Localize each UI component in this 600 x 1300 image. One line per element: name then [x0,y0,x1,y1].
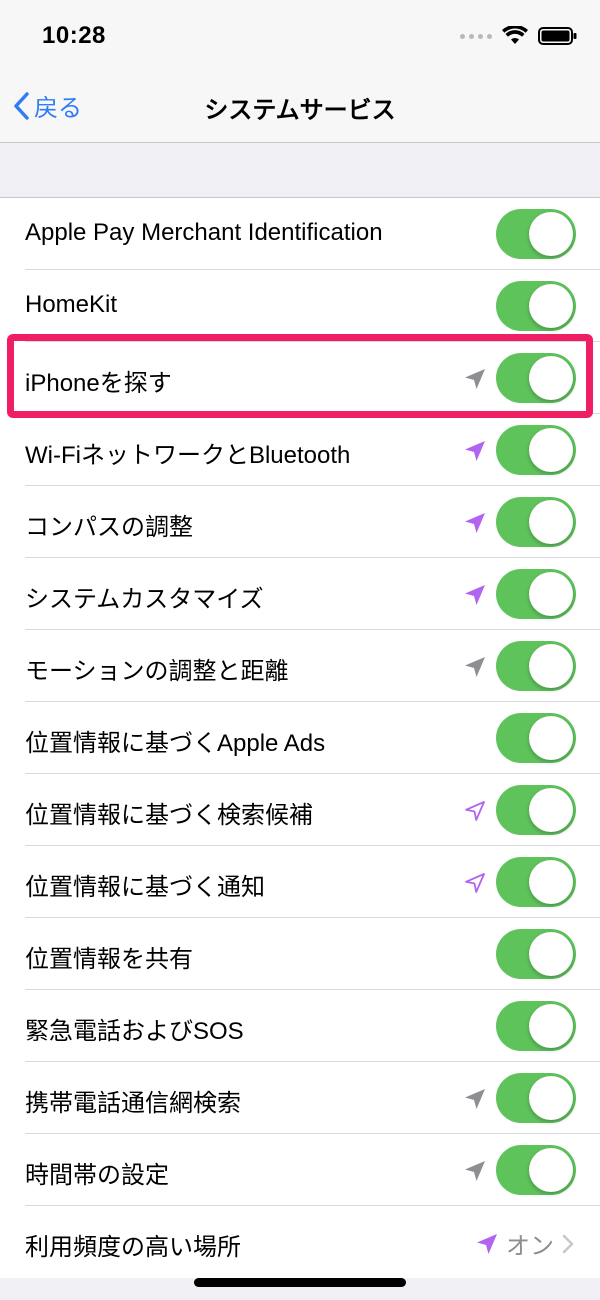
toggle-switch[interactable] [496,641,576,691]
row-location-apple-ads: 位置情報に基づくApple Ads [0,702,600,774]
row-label: 携帯電話通信網検索 [25,1090,241,1117]
status-time: 10:28 [42,22,106,49]
system-services-list: Apple Pay Merchant Identification HomeKi… [0,197,600,1278]
toggle-switch[interactable] [496,713,576,763]
toggle-switch[interactable] [496,1001,576,1051]
row-detail[interactable]: オン [476,1226,574,1261]
row-setting-time-zone: 時間帯の設定 [0,1134,600,1206]
row-label: HomeKit [25,291,118,318]
location-arrow-icon [465,441,485,461]
toggle-switch[interactable] [496,785,576,835]
row-share-location: 位置情報を共有 [0,918,600,990]
row-label: システムカスタマイズ [25,586,264,613]
row-motion-calibration: モーションの調整と距離 [0,630,600,702]
toggle-switch[interactable] [496,281,576,331]
toggle-switch[interactable] [496,1145,576,1195]
row-label: モーションの調整と距離 [25,658,289,685]
location-arrow-icon [465,369,485,389]
toggle-switch[interactable] [496,497,576,547]
location-arrow-icon [465,585,485,605]
location-arrow-icon [465,657,485,677]
row-label: 利用頻度の高い場所 [25,1234,241,1261]
row-label: 時間帯の設定 [25,1162,169,1189]
row-cellular-network-search: 携帯電話通信網検索 [0,1062,600,1134]
location-arrow-icon [465,1161,485,1181]
cellular-signal-icon [460,33,492,39]
wifi-icon [502,26,528,44]
navigation-bar: 戻る システムサービス [0,70,600,143]
location-arrow-icon [477,1233,497,1254]
row-wifi-bluetooth: Wi-FiネットワークとBluetooth [0,414,600,486]
toggle-switch[interactable] [496,1073,576,1123]
battery-icon [538,27,577,45]
page-title: システムサービス [204,97,396,124]
status-bar: 10:28 [0,0,600,70]
row-label: 位置情報に基づく検索候補 [25,802,313,829]
row-compass-calibration: コンパスの調整 [0,486,600,558]
row-label: 緊急電話およびSOS [25,1018,244,1045]
chevron-right-icon [562,1234,574,1253]
row-label: 位置情報を共有 [25,946,193,973]
location-arrow-icon [465,1089,485,1109]
row-label: iPhoneを探す [25,370,172,397]
row-label: Apple Pay Merchant Identification [25,219,383,246]
row-label: コンパスの調整 [25,514,193,541]
row-emergency-sos: 緊急電話およびSOS [0,990,600,1062]
home-indicator[interactable] [194,1278,406,1287]
location-arrow-outline-icon [465,801,485,821]
row-system-customization: システムカスタマイズ [0,558,600,630]
toggle-switch[interactable] [496,569,576,619]
row-label: Wi-FiネットワークとBluetooth [25,442,351,469]
row-homekit: HomeKit [0,270,600,342]
location-arrow-icon [465,513,485,533]
toggle-switch[interactable] [496,929,576,979]
toggle-switch[interactable] [496,209,576,259]
row-significant-locations[interactable]: 利用頻度の高い場所 オン [0,1206,600,1278]
row-location-suggestions: 位置情報に基づく検索候補 [0,774,600,846]
location-arrow-outline-icon [465,873,485,893]
row-label: 位置情報に基づくApple Ads [25,730,326,757]
row-find-my-iphone: iPhoneを探す [0,342,600,414]
toggle-switch[interactable] [496,353,576,403]
row-apple-pay-merchant: Apple Pay Merchant Identification [0,198,600,270]
row-label: 位置情報に基づく通知 [25,874,265,901]
toggle-switch[interactable] [496,425,576,475]
toggle-switch[interactable] [496,857,576,907]
status-icons [460,26,578,46]
row-value: オン [506,1233,554,1260]
row-location-alerts: 位置情報に基づく通知 [0,846,600,918]
